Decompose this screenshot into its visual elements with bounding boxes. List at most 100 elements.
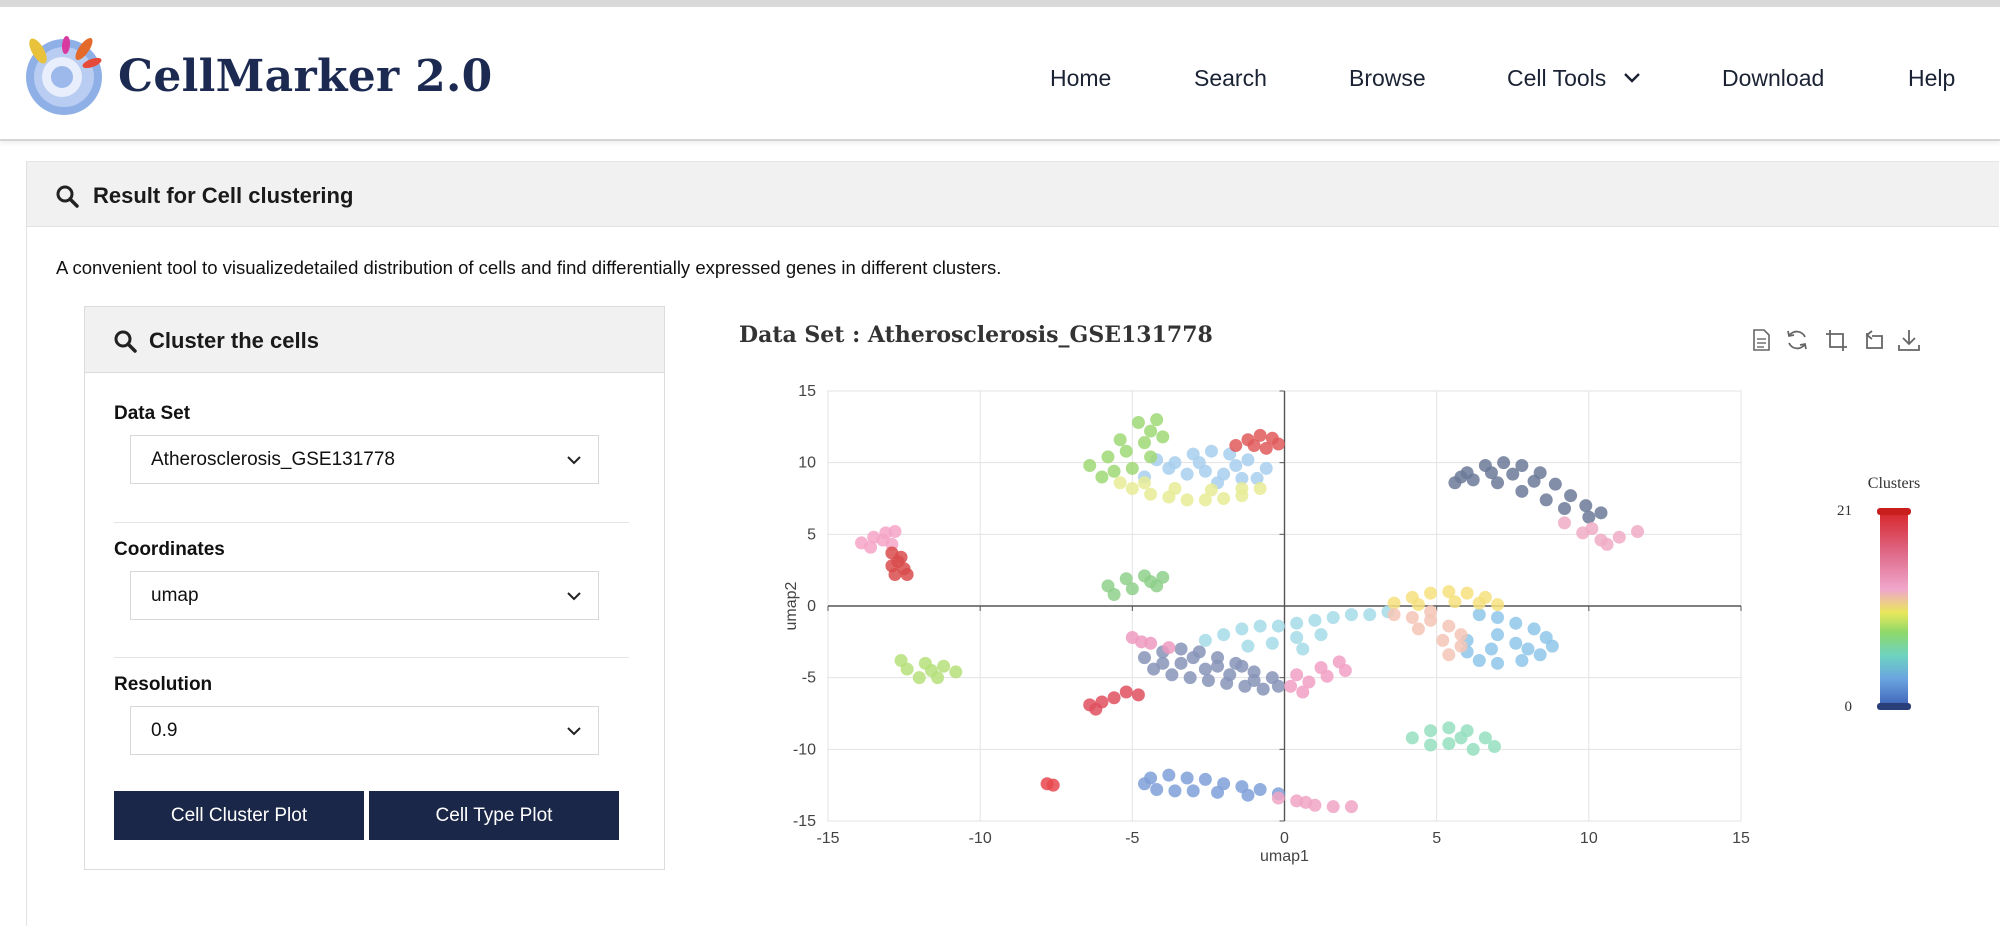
brand-title[interactable]: CellMarker 2.0	[118, 51, 493, 102]
cluster-12-point[interactable]	[1299, 795, 1313, 809]
cluster-2-point[interactable]	[1192, 456, 1206, 470]
cluster-1-point[interactable]	[1582, 510, 1596, 524]
cluster-15-point[interactable]	[1144, 575, 1158, 589]
cluster-6-point[interactable]	[1296, 642, 1310, 656]
nav-cell-tools[interactable]: Cell Tools	[1507, 65, 1641, 92]
cluster-9-point[interactable]	[1454, 628, 1468, 642]
cluster-7-point[interactable]	[1472, 653, 1486, 667]
cluster-15-point[interactable]	[1125, 582, 1139, 596]
cluster-9-point[interactable]	[1454, 639, 1468, 653]
cluster-1-point[interactable]	[1557, 502, 1571, 516]
cluster-16-point[interactable]	[924, 664, 938, 677]
cluster-18-point[interactable]	[1284, 679, 1298, 693]
cluster-9-point[interactable]	[1411, 622, 1425, 636]
cluster-12-point[interactable]	[1271, 791, 1285, 805]
cluster-7-point[interactable]	[1545, 639, 1559, 653]
cluster-4-point[interactable]	[1107, 464, 1121, 478]
cluster-10-point[interactable]	[1442, 737, 1456, 751]
cluster-0-point[interactable]	[1223, 668, 1237, 682]
cluster-7-point[interactable]	[1515, 653, 1529, 667]
cluster-16-point[interactable]	[937, 659, 951, 673]
cluster-5-point[interactable]	[1247, 438, 1261, 452]
cluster-0-point[interactable]	[1271, 679, 1285, 693]
cluster-9-point[interactable]	[1424, 605, 1438, 619]
cluster-10-point[interactable]	[1487, 739, 1501, 753]
cluster-8-point[interactable]	[1472, 596, 1486, 610]
cluster-0-point[interactable]	[1138, 651, 1152, 665]
legend-handle-bottom[interactable]	[1877, 703, 1911, 710]
zoom-icon[interactable]	[1823, 327, 1849, 353]
cluster-0-point[interactable]	[1156, 656, 1170, 670]
cluster-16-point[interactable]	[949, 665, 963, 679]
cluster-19-point[interactable]	[1557, 516, 1571, 530]
cluster-6-point[interactable]	[1363, 608, 1377, 622]
cluster-4-point[interactable]	[1144, 424, 1158, 438]
cluster-3-point[interactable]	[1144, 487, 1158, 501]
cluster-7-point[interactable]	[1491, 610, 1505, 624]
cluster-19-point[interactable]	[1612, 530, 1626, 544]
cluster-1-point[interactable]	[1484, 466, 1498, 480]
cluster-6-point[interactable]	[1253, 619, 1267, 633]
cluster-14-point[interactable]	[900, 567, 914, 581]
cluster-7-point[interactable]	[1509, 636, 1523, 650]
cluster-10-point[interactable]	[1424, 724, 1438, 738]
cluster-13-point[interactable]	[864, 540, 878, 554]
cluster-6-point[interactable]	[1290, 616, 1304, 630]
cluster-11-point[interactable]	[1150, 782, 1164, 796]
cluster-12-point[interactable]	[1326, 800, 1340, 814]
clusters-color-legend[interactable]: Clusters 21 0	[1830, 470, 1930, 730]
cluster-3-point[interactable]	[1138, 476, 1152, 490]
cluster-0-point[interactable]	[1174, 642, 1188, 656]
cluster-0-point[interactable]	[1211, 659, 1225, 673]
cluster-1-point[interactable]	[1506, 467, 1520, 481]
cluster-19-point[interactable]	[1631, 524, 1645, 538]
cluster-10-point[interactable]	[1466, 742, 1480, 756]
cluster-2-point[interactable]	[1241, 453, 1255, 467]
cluster-9-point[interactable]	[1442, 648, 1456, 662]
cluster-7-point[interactable]	[1521, 642, 1535, 656]
cluster-4-point[interactable]	[1125, 461, 1139, 475]
cluster-7-point[interactable]	[1484, 642, 1498, 656]
cluster-5-point[interactable]	[1271, 437, 1285, 451]
cluster-8-point[interactable]	[1424, 586, 1438, 600]
cluster-4-point[interactable]	[1150, 413, 1164, 427]
cluster-17-point[interactable]	[1134, 635, 1148, 649]
cluster-8-point[interactable]	[1387, 596, 1401, 610]
nav-help[interactable]: Help	[1908, 65, 1955, 92]
cluster-20-point[interactable]	[1131, 688, 1145, 702]
cluster-0-point[interactable]	[1235, 659, 1249, 673]
cluster-8-point[interactable]	[1411, 598, 1425, 612]
cluster-18-point[interactable]	[1314, 661, 1328, 675]
cluster-8-point[interactable]	[1448, 595, 1462, 609]
cluster-3-point[interactable]	[1235, 481, 1249, 495]
cluster-1-point[interactable]	[1594, 506, 1608, 520]
cluster-6-point[interactable]	[1241, 639, 1255, 653]
cluster-3-point[interactable]	[1253, 481, 1267, 495]
cluster-4-point[interactable]	[1144, 450, 1158, 464]
cluster-6-point[interactable]	[1326, 610, 1340, 624]
cluster-11-point[interactable]	[1162, 768, 1176, 782]
cluster-5-point[interactable]	[1229, 438, 1243, 452]
resolution-select[interactable]: 0.9	[130, 706, 599, 755]
cluster-8-point[interactable]	[1460, 586, 1474, 600]
cluster-9-point[interactable]	[1442, 619, 1456, 633]
cluster-20-point[interactable]	[1089, 702, 1103, 716]
cluster-18-point[interactable]	[1332, 655, 1346, 669]
nav-browse[interactable]: Browse	[1349, 65, 1426, 92]
cluster-3-point[interactable]	[1217, 492, 1231, 505]
coordinates-select[interactable]: umap	[130, 571, 599, 620]
cluster-15-point[interactable]	[1107, 588, 1121, 602]
cluster-1-point[interactable]	[1579, 499, 1593, 513]
data-view-icon[interactable]	[1748, 327, 1774, 353]
cluster-10-point[interactable]	[1454, 731, 1468, 745]
cluster-4-point[interactable]	[1131, 416, 1145, 430]
cluster-1-point[interactable]	[1497, 456, 1511, 470]
nav-search[interactable]: Search	[1194, 65, 1267, 92]
cluster-6-point[interactable]	[1271, 619, 1285, 633]
cluster-20-point[interactable]	[1107, 691, 1121, 705]
cluster-11-point[interactable]	[1186, 784, 1200, 798]
cluster-18-point[interactable]	[1296, 685, 1310, 699]
cluster-11-point[interactable]	[1253, 782, 1267, 796]
umap-scatter-plot[interactable]: -15 -10 -5 0 5 10 15 15 10 5 0 -5 -10 -15 umap1 umap2	[760, 368, 1760, 868]
cluster-10-point[interactable]	[1405, 731, 1419, 745]
